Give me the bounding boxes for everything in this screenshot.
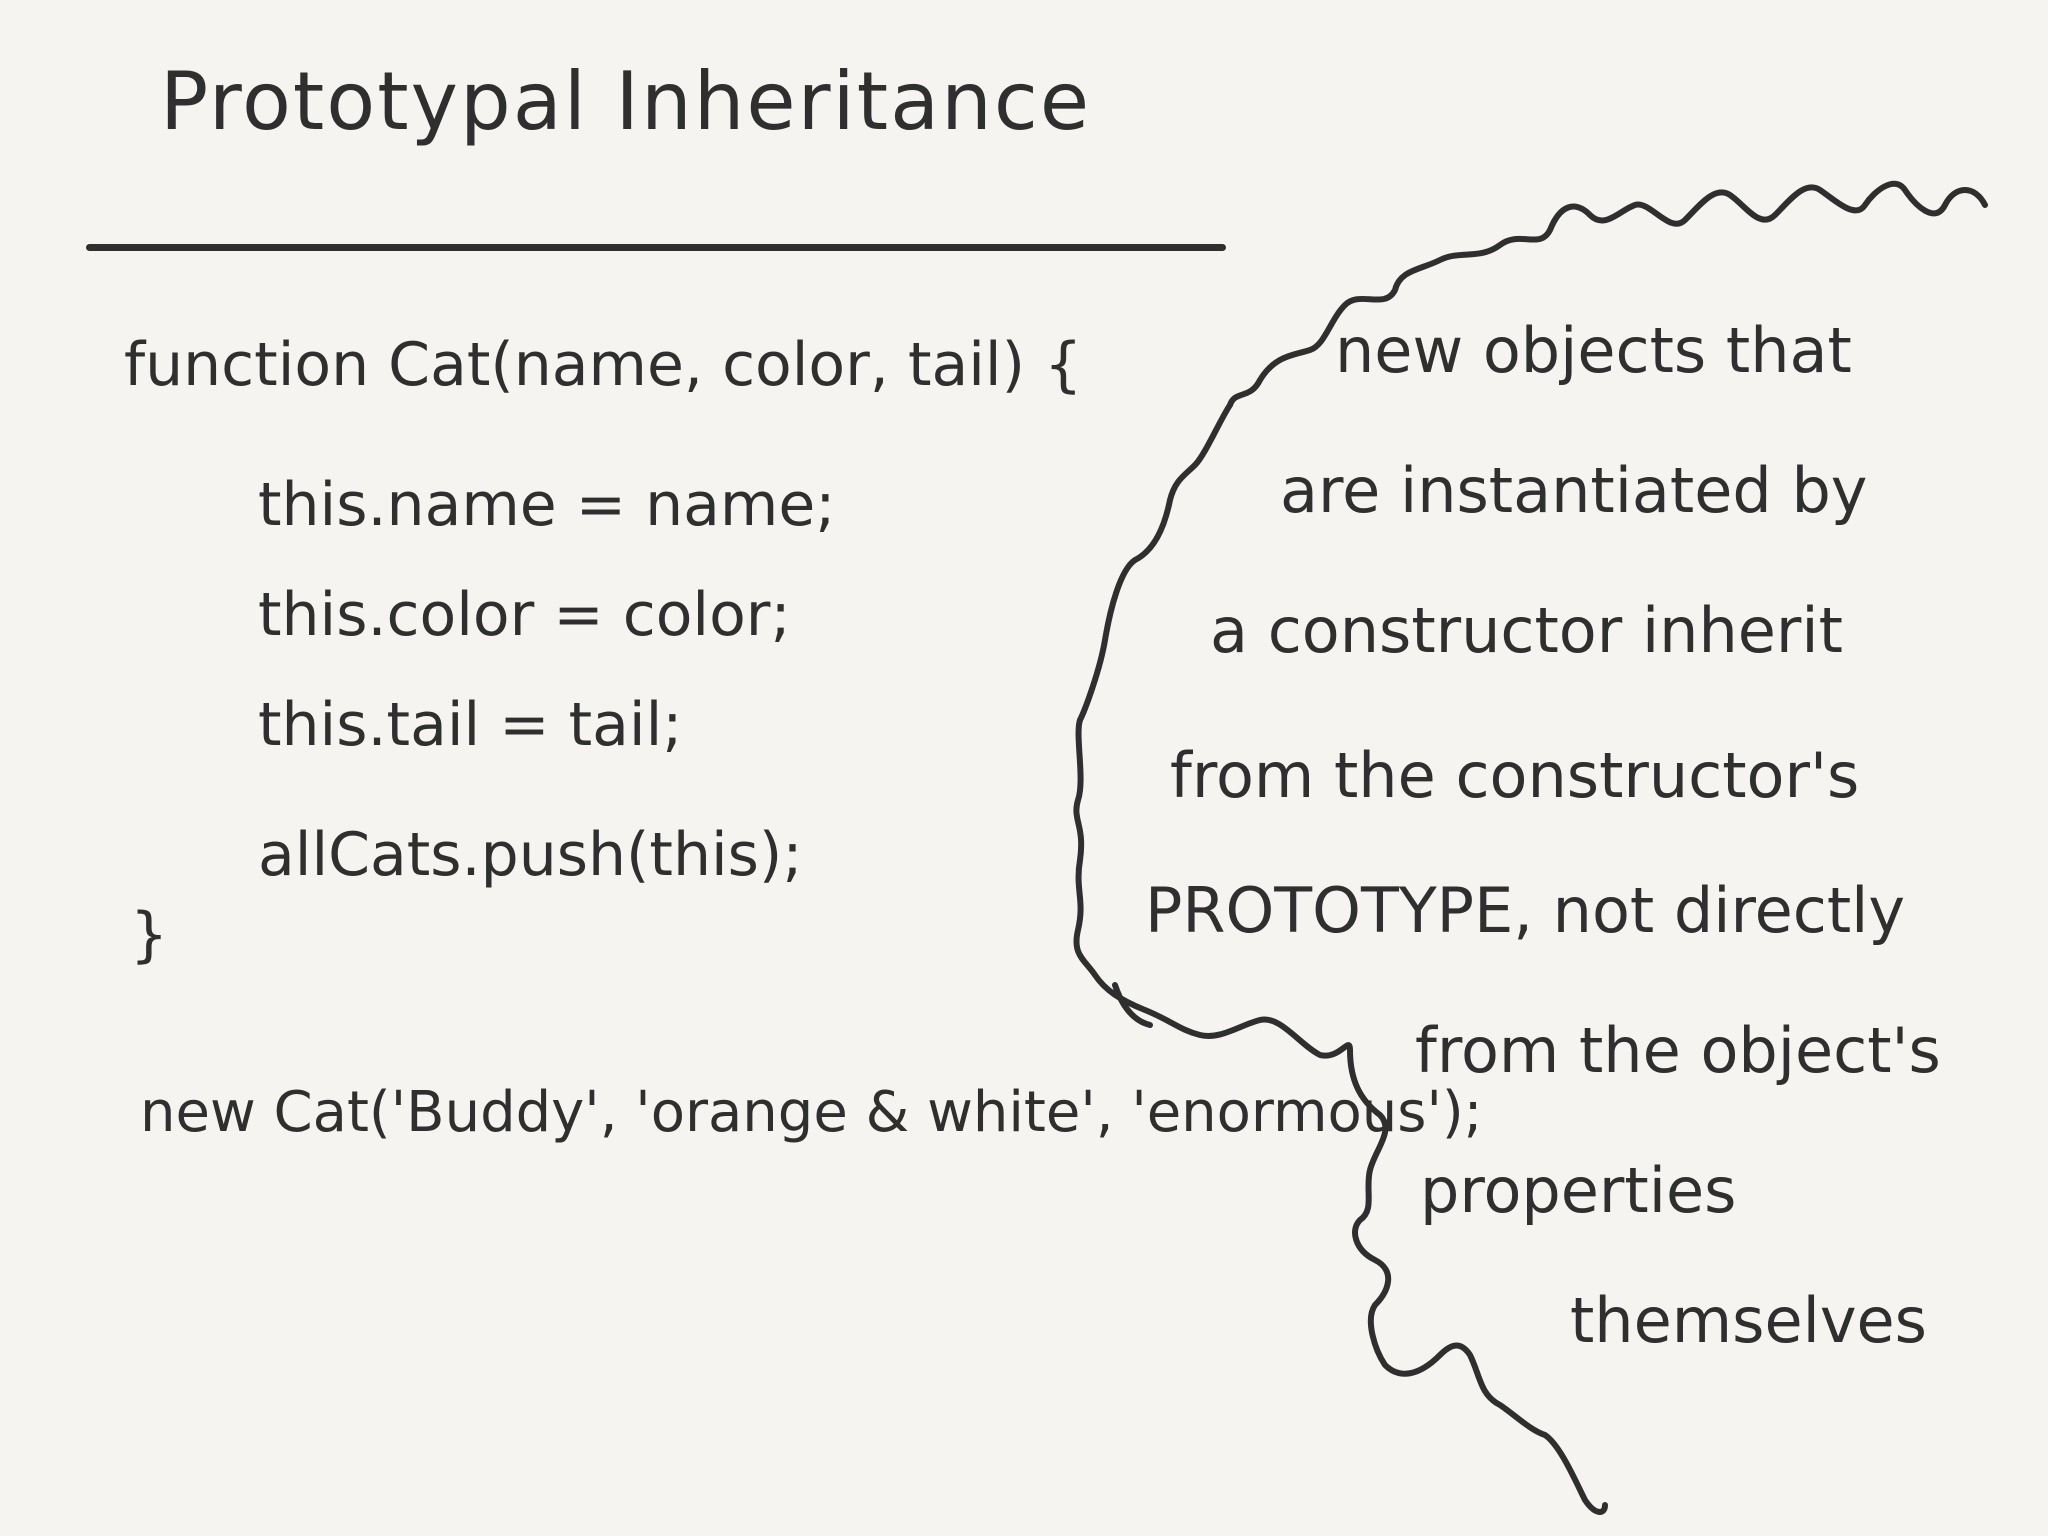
bubble-line-5: PROTOTYPE, not directly [1145,874,1906,947]
code-line-new-cat: new Cat('Buddy', 'orange & white', 'enor… [140,1080,1483,1145]
bubble-line-3: a constructor inherit [1210,594,1843,667]
code-line-function: function Cat(name, color, tail) { [124,330,1083,400]
bubble-line-8: themselves [1570,1284,1927,1357]
code-line-push: allCats.push(this); [258,820,803,890]
whiteboard-canvas: Prototypal Inheritance function Cat(name… [0,0,2048,1536]
bubble-line-6: from the object's [1415,1014,1941,1087]
code-line-name: this.name = name; [258,470,836,540]
code-line-close-brace: } [130,900,169,970]
title-underline [86,244,1226,251]
bubble-line-1: new objects that [1335,314,1852,387]
bubble-line-7: properties [1420,1154,1737,1227]
code-line-color: this.color = color; [258,580,791,650]
code-line-tail: this.tail = tail; [258,690,683,760]
page-title: Prototypal Inheritance [160,55,1092,148]
bubble-line-4: from the constructor's [1170,739,1860,812]
bubble-line-2: are instantiated by [1280,454,1868,527]
